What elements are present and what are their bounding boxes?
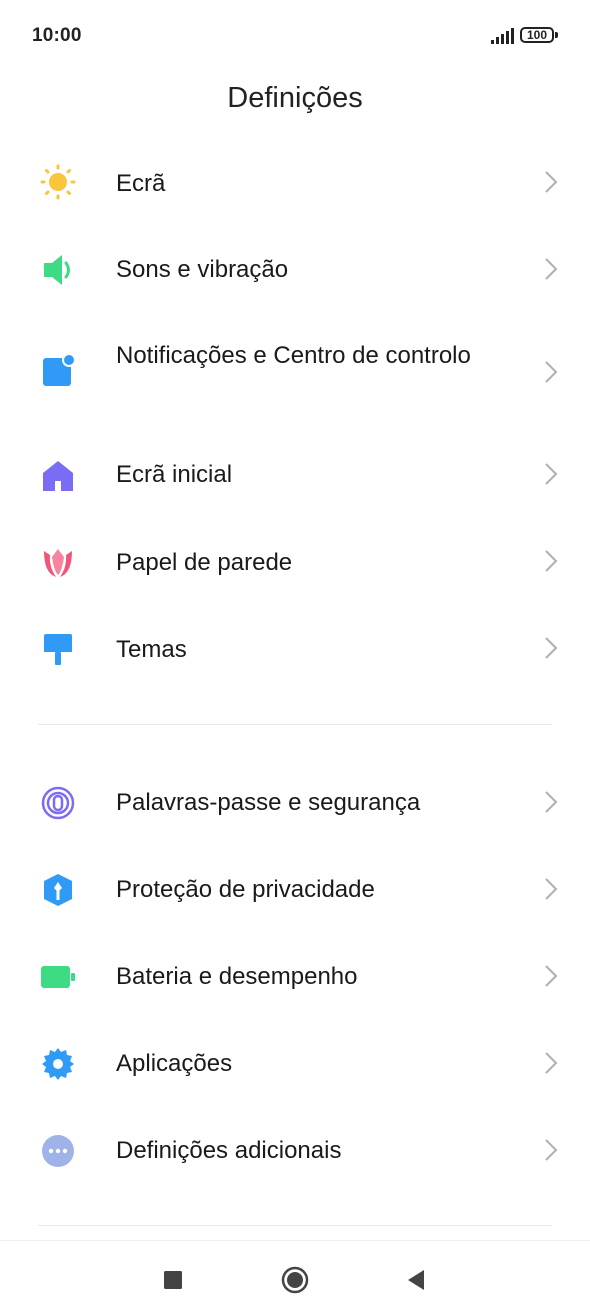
settings-item-label: Bateria e desempenho	[116, 963, 358, 990]
settings-item-display[interactable]: Ecrã	[0, 152, 590, 216]
settings-item-sound[interactable]: Sons e vibração	[0, 238, 590, 302]
notification-icon	[43, 354, 76, 386]
back-triangle-icon[interactable]	[402, 1265, 432, 1295]
battery-tip	[555, 32, 558, 38]
section-divider	[38, 1225, 552, 1226]
battery-icon	[41, 966, 75, 988]
battery-indicator: 100	[520, 27, 554, 43]
settings-item-themes[interactable]: Temas	[0, 617, 590, 681]
settings-item-privacy-protection[interactable]: Proteção de privacidade	[0, 858, 590, 922]
settings-item-label: Proteção de privacidade	[116, 876, 375, 903]
chevron-right-icon	[545, 878, 558, 900]
circle-icon[interactable]	[280, 1265, 310, 1295]
more-icon	[42, 1135, 74, 1167]
settings-item-label: Palavras-passe e segurança	[116, 789, 421, 816]
chevron-right-icon	[545, 637, 558, 659]
tulip-icon	[44, 549, 72, 577]
settings-item-label: Ecrã	[116, 170, 166, 197]
settings-item-label: Temas	[116, 636, 187, 663]
chevron-right-icon	[545, 171, 558, 193]
battery-level: 100	[526, 28, 548, 42]
status-time: 10:00	[32, 25, 82, 46]
chevron-right-icon	[545, 550, 558, 572]
speaker-icon	[44, 255, 70, 285]
settings-item-home-screen[interactable]: Ecrã inicial	[0, 444, 590, 508]
home-icon	[43, 461, 73, 491]
settings-item-label: Notificações e Centro de controlo	[116, 342, 471, 369]
settings-item-wallpaper[interactable]: Papel de parede	[0, 530, 590, 594]
settings-item-battery-performance[interactable]: Bateria e desempenho	[0, 945, 590, 1009]
settings-item-label: Sons e vibração	[116, 256, 289, 283]
chevron-right-icon	[545, 1139, 558, 1161]
settings-item-additional-settings[interactable]: Definições adicionais	[0, 1119, 590, 1183]
gear-icon	[42, 1048, 74, 1080]
chevron-right-icon	[545, 1052, 558, 1074]
settings-item-notifications[interactable]: Notificações e Centro de controlo	[0, 330, 590, 414]
settings-item-label: Definições adicionais	[116, 1137, 342, 1164]
chevron-right-icon	[545, 258, 558, 280]
navigation-bar	[0, 1240, 590, 1312]
chevron-right-icon	[545, 463, 558, 485]
settings-item-label: Aplicações	[116, 1050, 233, 1077]
settings-item-label: Ecrã inicial	[116, 461, 233, 488]
chevron-right-icon	[545, 361, 558, 383]
shield-icon	[44, 874, 72, 906]
chevron-right-icon	[545, 965, 558, 987]
settings-item-passwords-security[interactable]: Palavras-passe e segurança	[0, 771, 590, 835]
settings-item-apps[interactable]: Aplicações	[0, 1032, 590, 1096]
section-divider	[38, 724, 552, 725]
chevron-right-icon	[545, 791, 558, 813]
square-icon[interactable]	[158, 1265, 188, 1295]
page-title: Definições	[227, 82, 363, 114]
fingerprint-icon	[41, 786, 75, 820]
status-bar: 10:00 100	[0, 0, 590, 72]
paintbrush-icon	[44, 634, 72, 665]
settings-item-label: Papel de parede	[116, 549, 293, 576]
signal-bars-icon	[491, 28, 514, 44]
sun-icon	[40, 164, 76, 200]
